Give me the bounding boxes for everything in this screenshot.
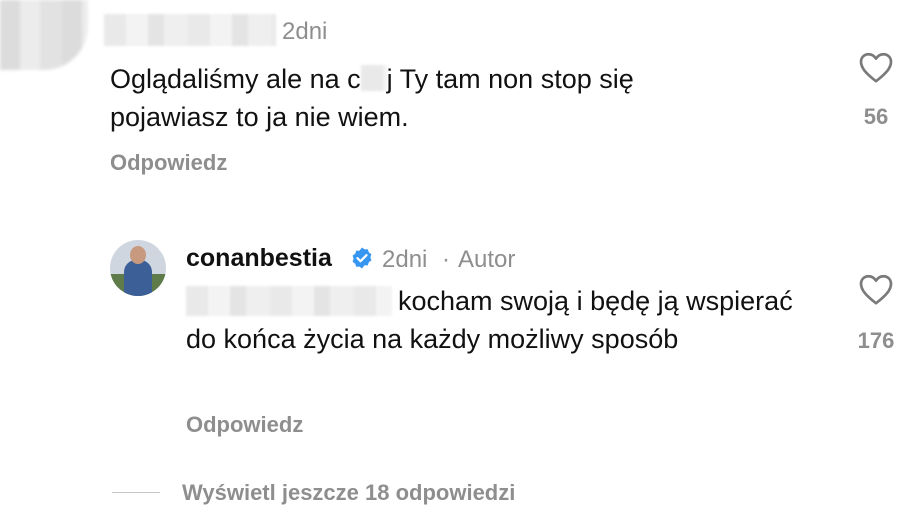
comment-text-part: pojawiasz to ja nie wiem. <box>110 102 409 132</box>
author-label: Autor <box>458 246 516 273</box>
comment-text-part: j Ty tam non stop się <box>386 64 634 94</box>
reply-button[interactable]: Odpowiedz <box>186 412 303 438</box>
meta-separator: · <box>442 246 450 273</box>
comment-time: 2dni <box>282 18 328 45</box>
avatar[interactable] <box>110 240 166 296</box>
like-count: 56 <box>863 104 889 129</box>
verified-badge-icon <box>352 247 372 269</box>
comment-text: kocham swoją i będę ją wspierać do końca… <box>186 282 806 358</box>
divider-line <box>112 492 160 493</box>
censored-word <box>360 65 387 91</box>
comment-time: 2dni <box>382 246 428 273</box>
username-redacted[interactable] <box>104 14 276 46</box>
comment-text: Oglądaliśmy ale na c j Ty tam non stop si… <box>110 60 790 136</box>
comment-text-part: Oglądaliśmy ale na c <box>110 64 361 94</box>
like-count: 176 <box>857 328 895 353</box>
comment-text-body: kocham swoją i będę ją wspierać do końca… <box>186 286 793 354</box>
avatar[interactable] <box>0 0 88 70</box>
username[interactable]: conanbestia <box>186 244 332 273</box>
heart-icon[interactable] <box>858 50 894 84</box>
heart-icon[interactable] <box>858 272 894 306</box>
reply-button[interactable]: Odpowiedz <box>110 150 227 176</box>
view-more-replies-button[interactable]: Wyświetl jeszcze 18 odpowiedzi <box>182 480 515 506</box>
